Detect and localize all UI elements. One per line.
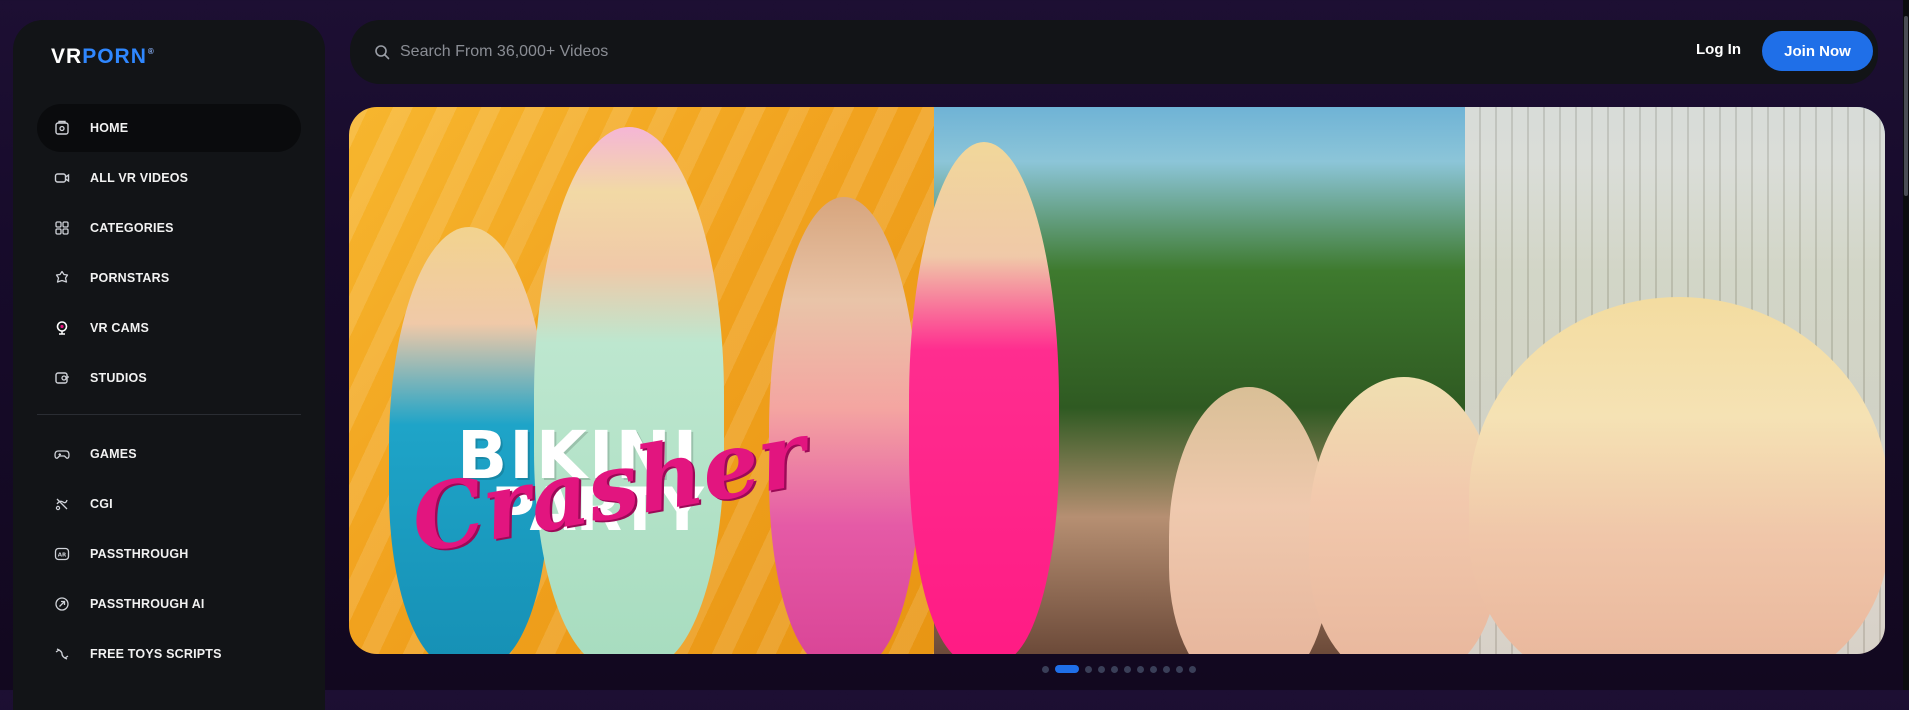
carousel-dot[interactable] (1111, 665, 1118, 673)
carousel-dot[interactable] (1085, 665, 1092, 673)
carousel-dot[interactable] (1098, 665, 1105, 673)
studio-icon (53, 369, 71, 387)
logo-mark: ® (147, 46, 155, 56)
sidebar-item-label: VR CAMS (90, 321, 150, 335)
star-badge-icon (53, 269, 71, 287)
sidebar-item-label: FREE TOYS SCRIPTS (90, 647, 222, 661)
sidebar-item-label: GAMES (90, 447, 137, 461)
page-scrollbar[interactable] (1903, 0, 1909, 690)
sidebar-item-categories[interactable]: CATEGORIES (37, 204, 301, 252)
carousel-dot[interactable] (1189, 665, 1196, 673)
sidebar-divider (37, 414, 301, 415)
sidebar-item-passthrough[interactable]: AR PASSTHROUGH (37, 530, 301, 578)
hero-banner[interactable]: BIKINI PARTY Crasher (349, 107, 1885, 654)
search-bar (374, 37, 1374, 67)
hero-figure (909, 142, 1059, 654)
sidebar-item-label: ALL VR VIDEOS (90, 171, 189, 185)
search-icon[interactable] (374, 44, 390, 60)
carousel-dot[interactable] (1176, 665, 1183, 673)
sidebar-item-label: CGI (90, 497, 113, 511)
carousel-dot[interactable] (1124, 665, 1131, 673)
sidebar-item-free-toys-scripts[interactable]: FREE TOYS SCRIPTS (37, 630, 301, 678)
video-icon (53, 169, 71, 187)
login-button[interactable]: Log In (1696, 41, 1741, 58)
gamepad-icon (53, 445, 71, 463)
scrollbar-thumb[interactable] (1904, 16, 1908, 196)
home-icon (53, 119, 71, 137)
hero-title: BIKINI PARTY Crasher (404, 401, 815, 575)
carousel-dot[interactable] (1042, 665, 1049, 673)
ai-icon (53, 595, 71, 613)
sidebar-item-pornstars[interactable]: PORNSTARS (37, 254, 301, 302)
toy-icon (53, 645, 71, 663)
sidebar-item-passthrough-ai[interactable]: PASSTHROUGH AI (37, 580, 301, 628)
svg-text:AR: AR (58, 553, 67, 559)
join-now-button[interactable]: Join Now (1762, 31, 1873, 71)
cgi-icon (53, 495, 71, 513)
sidebar-item-label: CATEGORIES (90, 221, 174, 235)
logo-main: PORN (82, 45, 147, 68)
carousel-pagination (1042, 665, 1202, 673)
sidebar-item-games[interactable]: GAMES (37, 430, 301, 478)
sidebar-item-cgi[interactable]: CGI (37, 480, 301, 528)
sidebar: VR PORN ® HOME ALL VR VIDEOS CATEGORIES (13, 20, 325, 710)
site-logo[interactable]: VR PORN ® (51, 42, 155, 72)
carousel-dot[interactable] (1137, 665, 1144, 673)
hero-figure (534, 127, 724, 654)
sidebar-item-home[interactable]: HOME (37, 104, 301, 152)
sidebar-item-label: HOME (90, 121, 129, 135)
webcam-icon (53, 319, 71, 337)
top-bar: Log In Join Now (350, 20, 1878, 84)
sidebar-item-label: PORNSTARS (90, 271, 170, 285)
carousel-dot-active[interactable] (1055, 665, 1079, 673)
carousel-dot[interactable] (1150, 665, 1157, 673)
carousel-dot[interactable] (1163, 665, 1170, 673)
sidebar-item-vr-cams[interactable]: VR CAMS (37, 304, 301, 352)
sidebar-item-label: STUDIOS (90, 371, 147, 385)
ar-icon: AR (53, 545, 71, 563)
grid-icon (53, 219, 71, 237)
sidebar-item-studios[interactable]: STUDIOS (37, 354, 301, 402)
search-input[interactable] (398, 42, 1202, 62)
sidebar-item-all-vr-videos[interactable]: ALL VR VIDEOS (37, 154, 301, 202)
sidebar-item-label: PASSTHROUGH (90, 547, 189, 561)
sidebar-item-label: PASSTHROUGH AI (90, 597, 205, 611)
logo-prefix: VR (51, 45, 83, 68)
sidebar-nav: HOME ALL VR VIDEOS CATEGORIES PORNSTARS … (37, 104, 301, 680)
